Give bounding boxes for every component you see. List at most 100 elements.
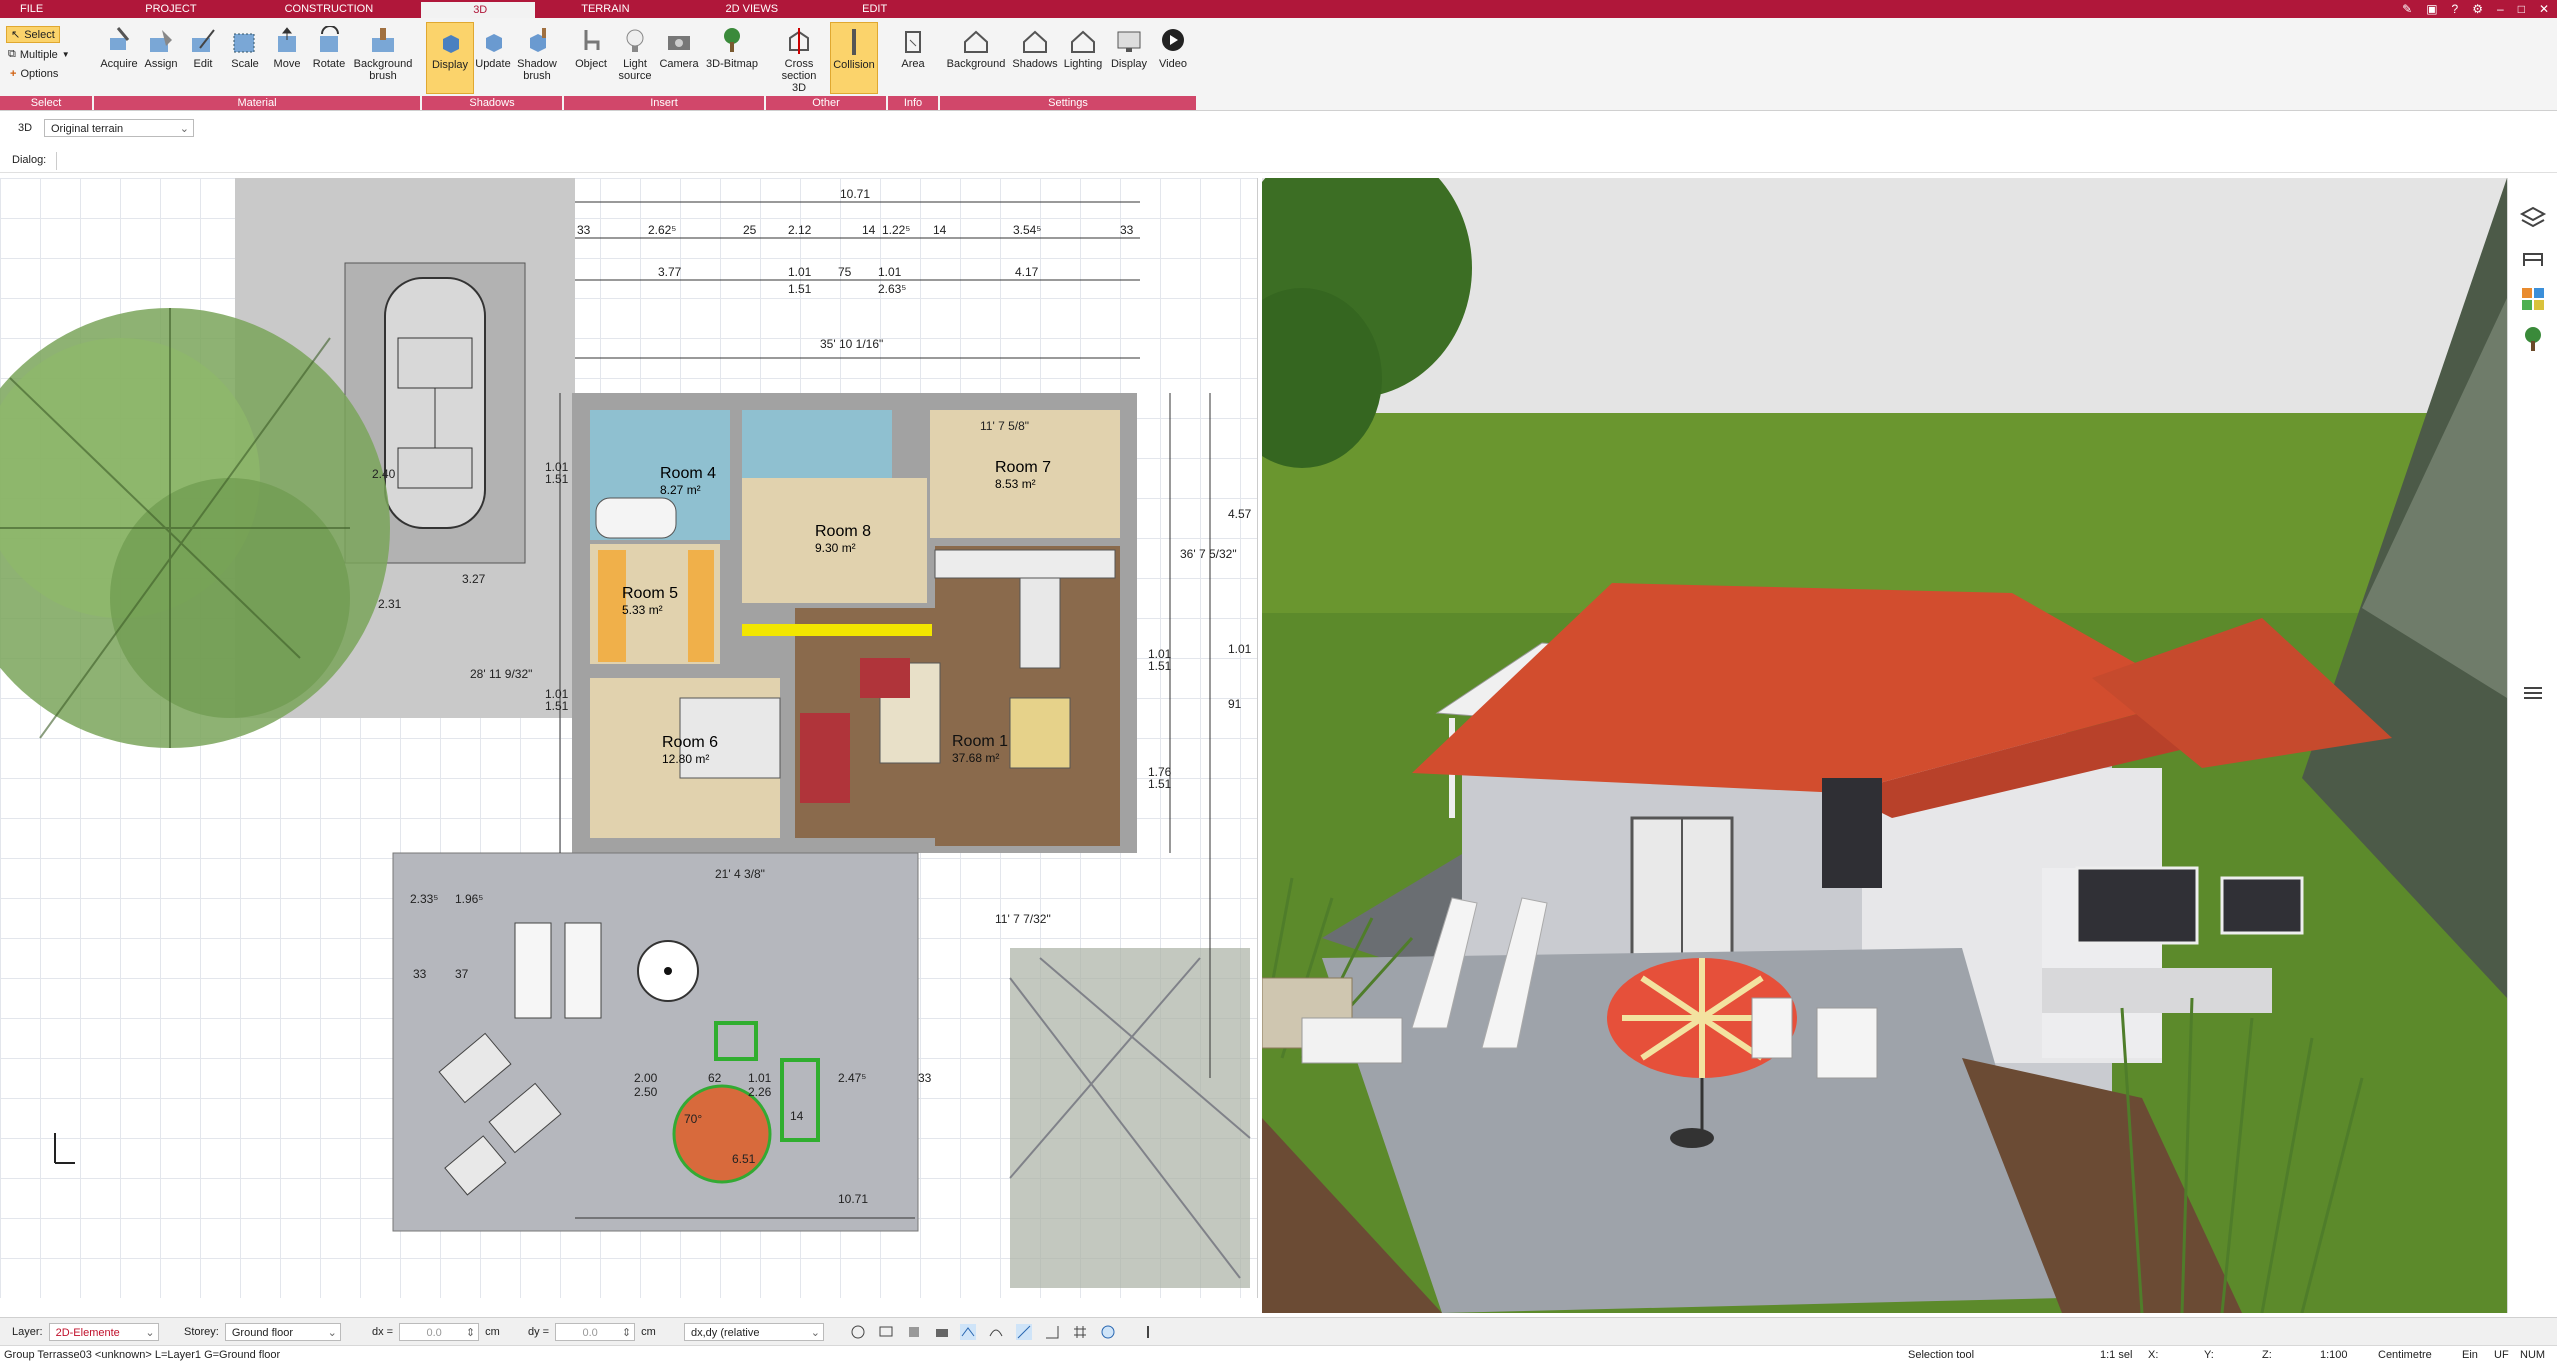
stepper-icon[interactable]: ⇕	[622, 1324, 631, 1342]
north-snap-icon[interactable]	[1100, 1324, 1116, 1340]
floor-plan-view[interactable]: Room 4 8.27 m² Room 7 8.53 m² Room 8 9.3…	[0, 178, 1258, 1298]
scale-label: Scale	[231, 58, 259, 70]
dim-right-3: 1.01	[1228, 642, 1252, 656]
highlight-wall	[742, 624, 932, 636]
menu-tab-edit[interactable]: EDIT	[822, 0, 911, 18]
plants-icon[interactable]	[2518, 324, 2548, 354]
camera-button[interactable]: Camera	[656, 22, 702, 92]
collision-button[interactable]: Collision	[830, 22, 878, 94]
multiple-button[interactable]: ⧉ Multiple ▼	[8, 48, 70, 61]
furniture-catalog-icon[interactable]	[2518, 244, 2548, 274]
shadow-brush-button[interactable]: Shadow brush	[514, 22, 560, 92]
scale-button[interactable]: Scale	[222, 22, 268, 92]
chevron-down-icon: ⌄	[145, 1327, 155, 1339]
help-icon[interactable]: ?	[2452, 0, 2459, 18]
display-settings-button[interactable]: Display	[1106, 22, 1152, 92]
light-source-label: Light source	[618, 58, 652, 82]
dim-ter-0: 2.00	[634, 1071, 658, 1085]
dim-top-r1-8: 33	[1120, 223, 1134, 237]
more-icon[interactable]	[1140, 1324, 1156, 1340]
dim-top-r1-7: 3.54⁵	[1013, 223, 1041, 237]
tools-icon[interactable]: ✎	[2402, 0, 2412, 18]
layer-select[interactable]: 2D-Elemente ⌄	[48, 1323, 159, 1341]
bathtub	[595, 497, 677, 539]
snap-line-icon[interactable]	[960, 1324, 976, 1340]
dim-left-2: 2.40	[372, 467, 396, 481]
shadow-brush-icon	[530, 28, 546, 52]
background-settings-button[interactable]: Background	[946, 22, 1006, 92]
shadow-cube-icon	[443, 35, 459, 53]
lighting-settings-button[interactable]: Lighting	[1060, 22, 1106, 92]
assign-button[interactable]: Assign	[138, 22, 184, 92]
cross-section-3d-button[interactable]: Cross section 3D	[774, 22, 824, 94]
coord-mode-select[interactable]: dx,dy (relative cartesian) ⌄	[684, 1323, 824, 1357]
move-button[interactable]: Move	[264, 22, 310, 92]
dim-ter2-0: 2.50	[634, 1085, 658, 1099]
side-toolbar	[2507, 178, 2557, 1313]
layer-value: 2D-Elemente	[55, 1327, 120, 1339]
select-button[interactable]: ↖ Select	[6, 26, 60, 43]
settings-icon[interactable]: ⚙	[2472, 0, 2483, 18]
maximize-icon[interactable]: □	[2518, 0, 2525, 18]
materials-icon[interactable]	[2518, 284, 2548, 314]
dim-terrace-small: 14	[790, 1109, 804, 1123]
edit-material-button[interactable]: Edit	[180, 22, 226, 92]
3d-view[interactable]	[1262, 178, 2507, 1313]
dx-control: dx = 0.0 ⇕ cm	[372, 1323, 500, 1341]
close-icon[interactable]: ✕	[2539, 0, 2549, 18]
screen-icon[interactable]	[878, 1324, 894, 1340]
menu-tab-construction[interactable]: CONSTRUCTION	[241, 0, 422, 18]
dy-input[interactable]: 0.0 ⇕	[555, 1323, 636, 1342]
object-snap-icon[interactable]	[906, 1324, 922, 1340]
shadows-settings-button[interactable]: Shadows	[1012, 22, 1058, 92]
dim-ter-4: 33	[918, 1071, 932, 1085]
update-shadows-button[interactable]: Update	[470, 22, 516, 92]
menu-tab-3d[interactable]: 3D	[421, 2, 536, 18]
terrain-select[interactable]: Original terrain ⌄	[44, 119, 194, 137]
background-brush-label: Background brush	[353, 58, 413, 82]
tree-icon	[724, 28, 740, 52]
ribbon: ↖ Select ⧉ Multiple ▼ + Options Select A…	[0, 18, 2557, 111]
light-source-button[interactable]: Light source	[612, 22, 658, 92]
snap-ortho-icon[interactable]	[1016, 1324, 1032, 1340]
snap-angle-icon[interactable]	[1044, 1324, 1060, 1340]
cross-section-icon	[789, 28, 809, 54]
status-bar: Group Terrasse03 <unknown> L=Layer1 G=Gr…	[0, 1345, 2557, 1366]
menu-tab-file[interactable]: FILE	[0, 0, 61, 18]
dx-label: dx =	[372, 1326, 394, 1338]
history-icon[interactable]	[850, 1324, 866, 1340]
ribbon-label-material: Material	[94, 96, 420, 110]
status-selection-info: Group Terrasse03 <unknown> L=Layer1 G=Gr…	[4, 1349, 281, 1361]
display-shadows-button[interactable]: Display	[426, 22, 474, 94]
layer-label: Layer:	[12, 1326, 43, 1338]
camera-small-icon[interactable]	[934, 1324, 950, 1340]
dim-right-0: 4.57	[1228, 507, 1252, 521]
grid-icon[interactable]	[1072, 1324, 1088, 1340]
rotate-button[interactable]: Rotate	[306, 22, 352, 92]
object-button[interactable]: Object	[568, 22, 614, 92]
menu-tab-project[interactable]: PROJECT	[61, 0, 240, 18]
background-brush-button[interactable]: Background brush	[350, 22, 416, 92]
acquire-button[interactable]: Acquire	[96, 22, 142, 92]
snap-curve-icon[interactable]	[988, 1324, 1004, 1340]
status-scale: 1:100	[2320, 1349, 2348, 1361]
dx-input[interactable]: 0.0 ⇕	[399, 1323, 480, 1342]
stepper-icon[interactable]: ⇕	[466, 1324, 475, 1342]
options-button[interactable]: + Options	[10, 68, 58, 80]
status-x: X:	[2148, 1349, 2159, 1361]
dim-misc-0: 21' 4 3/8"	[715, 867, 765, 881]
bitmap-3d-button[interactable]: 3D-Bitmap	[704, 22, 760, 92]
menu-tab-terrain[interactable]: TERRAIN	[535, 0, 677, 18]
video-button[interactable]: Video	[1150, 22, 1196, 92]
minimize-icon[interactable]: –	[2497, 0, 2504, 18]
kitchen-cabinets	[934, 549, 1116, 579]
area-button[interactable]: Area	[890, 22, 936, 92]
status-y: Y:	[2204, 1349, 2214, 1361]
menu-tab-2d-views[interactable]: 2D VIEWS	[678, 0, 823, 18]
highlight-icon[interactable]: ▣	[2426, 0, 2437, 18]
layers-icon[interactable]	[2518, 202, 2548, 232]
dim-left-4: 2.31	[378, 597, 402, 611]
panel-menu-icon[interactable]	[2518, 678, 2548, 708]
dim-ter-3: 2.47⁵	[838, 1071, 866, 1085]
storey-select[interactable]: Ground floor ⌄	[224, 1323, 341, 1341]
